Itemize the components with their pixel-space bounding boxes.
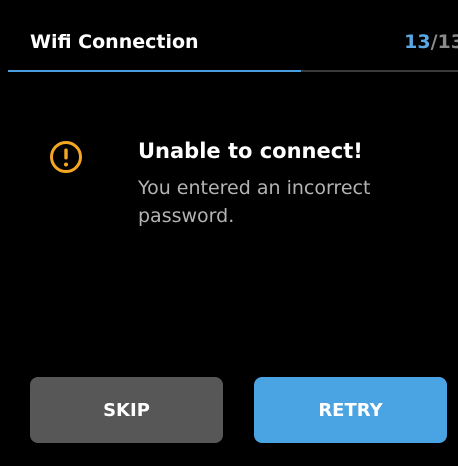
progress-bar	[8, 70, 458, 72]
header: Wifi Connection 13/13	[0, 0, 458, 72]
step-total: 13	[437, 31, 458, 53]
step-current: 13	[404, 31, 431, 53]
progress-bar-fill	[8, 70, 301, 72]
error-message: You entered an incorrect password.	[138, 177, 371, 227]
skip-button[interactable]: SKIP	[30, 377, 223, 443]
retry-button[interactable]: RETRY	[254, 377, 447, 443]
step-counter: 13/13	[404, 30, 458, 54]
page-title: Wifi Connection	[30, 31, 199, 53]
step-separator: /	[430, 31, 438, 53]
wifi-connection-screen: Wifi Connection 13/13 Unable to connect!…	[0, 0, 458, 466]
error-title: Unable to connect!	[138, 139, 363, 163]
exclamation-circle-icon	[50, 141, 82, 173]
